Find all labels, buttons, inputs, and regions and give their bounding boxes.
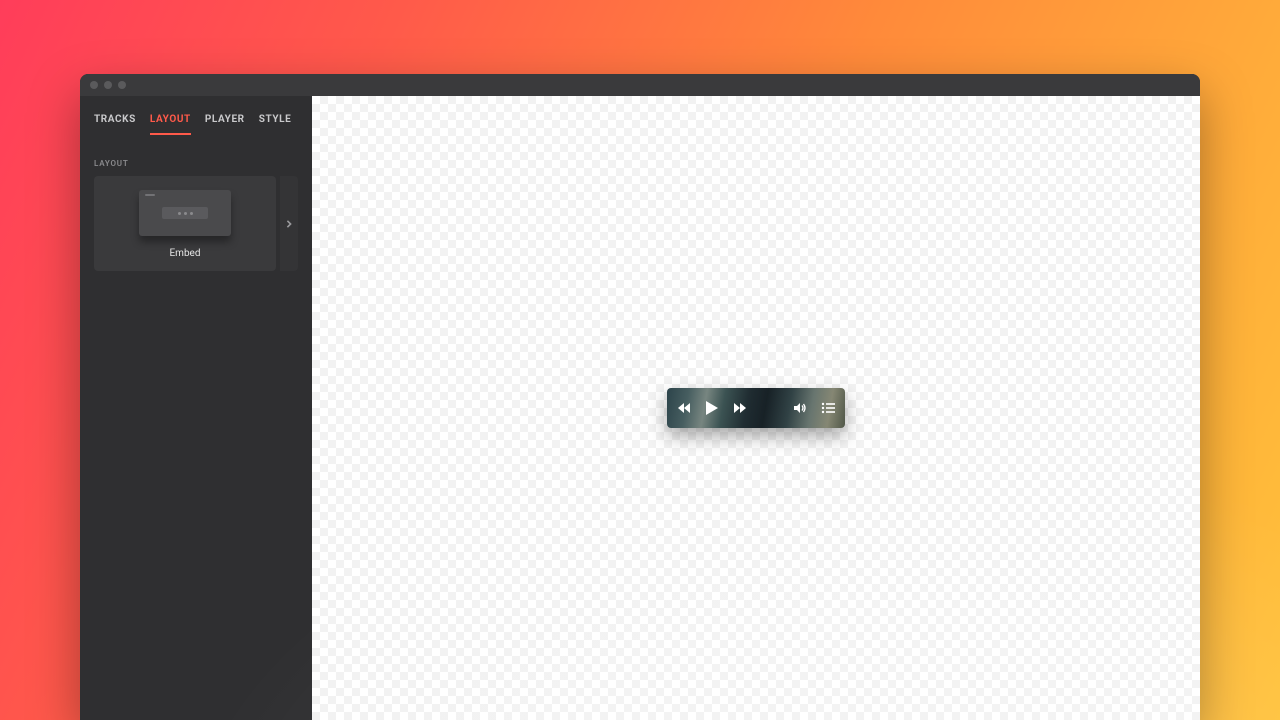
mini-player-icon bbox=[162, 207, 208, 219]
layout-thumbnail bbox=[139, 190, 231, 236]
play-icon[interactable] bbox=[705, 400, 719, 416]
chevron-right-icon bbox=[285, 220, 293, 228]
layout-carousel-next-button[interactable] bbox=[280, 176, 298, 271]
window-titlebar bbox=[80, 74, 1200, 96]
volume-icon[interactable] bbox=[793, 402, 807, 414]
fast-forward-icon[interactable] bbox=[733, 402, 747, 414]
player-controls-right bbox=[793, 402, 835, 414]
app-body: TRACKS LAYOUT PLAYER STYLE LAYOUT Embed bbox=[80, 96, 1200, 720]
layout-card-embed[interactable]: Embed bbox=[94, 176, 276, 271]
app-window: TRACKS LAYOUT PLAYER STYLE LAYOUT Embed bbox=[80, 74, 1200, 720]
page-background: TRACKS LAYOUT PLAYER STYLE LAYOUT Embed bbox=[0, 0, 1280, 720]
tab-layout[interactable]: LAYOUT bbox=[150, 114, 191, 135]
section-label-layout: LAYOUT bbox=[94, 159, 298, 168]
preview-canvas[interactable] bbox=[312, 96, 1200, 720]
tab-player[interactable]: PLAYER bbox=[205, 114, 245, 135]
tab-tracks[interactable]: TRACKS bbox=[94, 114, 136, 135]
layout-card-label: Embed bbox=[169, 248, 200, 259]
tab-style[interactable]: STYLE bbox=[259, 114, 292, 135]
traffic-light-close-icon[interactable] bbox=[90, 81, 98, 89]
traffic-light-minimize-icon[interactable] bbox=[104, 81, 112, 89]
embed-player-preview bbox=[667, 388, 845, 428]
traffic-light-zoom-icon[interactable] bbox=[118, 81, 126, 89]
player-controls-left bbox=[677, 400, 747, 416]
rewind-icon[interactable] bbox=[677, 402, 691, 414]
playlist-icon[interactable] bbox=[821, 402, 835, 414]
sidebar-tabs: TRACKS LAYOUT PLAYER STYLE bbox=[94, 114, 298, 135]
layout-card-row: Embed bbox=[94, 176, 298, 271]
sidebar: TRACKS LAYOUT PLAYER STYLE LAYOUT Embed bbox=[80, 96, 312, 720]
